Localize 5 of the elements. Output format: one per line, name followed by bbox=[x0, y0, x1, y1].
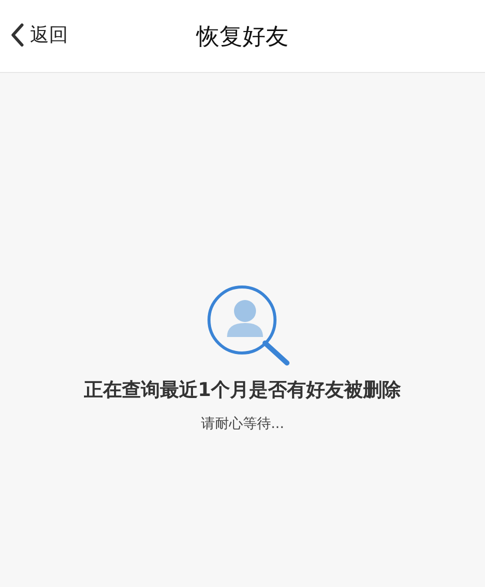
back-button[interactable]: 返回 bbox=[10, 22, 68, 48]
status-message: 正在查询最近1个月是否有好友被删除 bbox=[84, 378, 402, 403]
back-icon bbox=[10, 23, 24, 47]
page-title: 恢复好友 bbox=[196, 22, 288, 52]
wait-hint: 请耐心等待... bbox=[200, 415, 284, 433]
